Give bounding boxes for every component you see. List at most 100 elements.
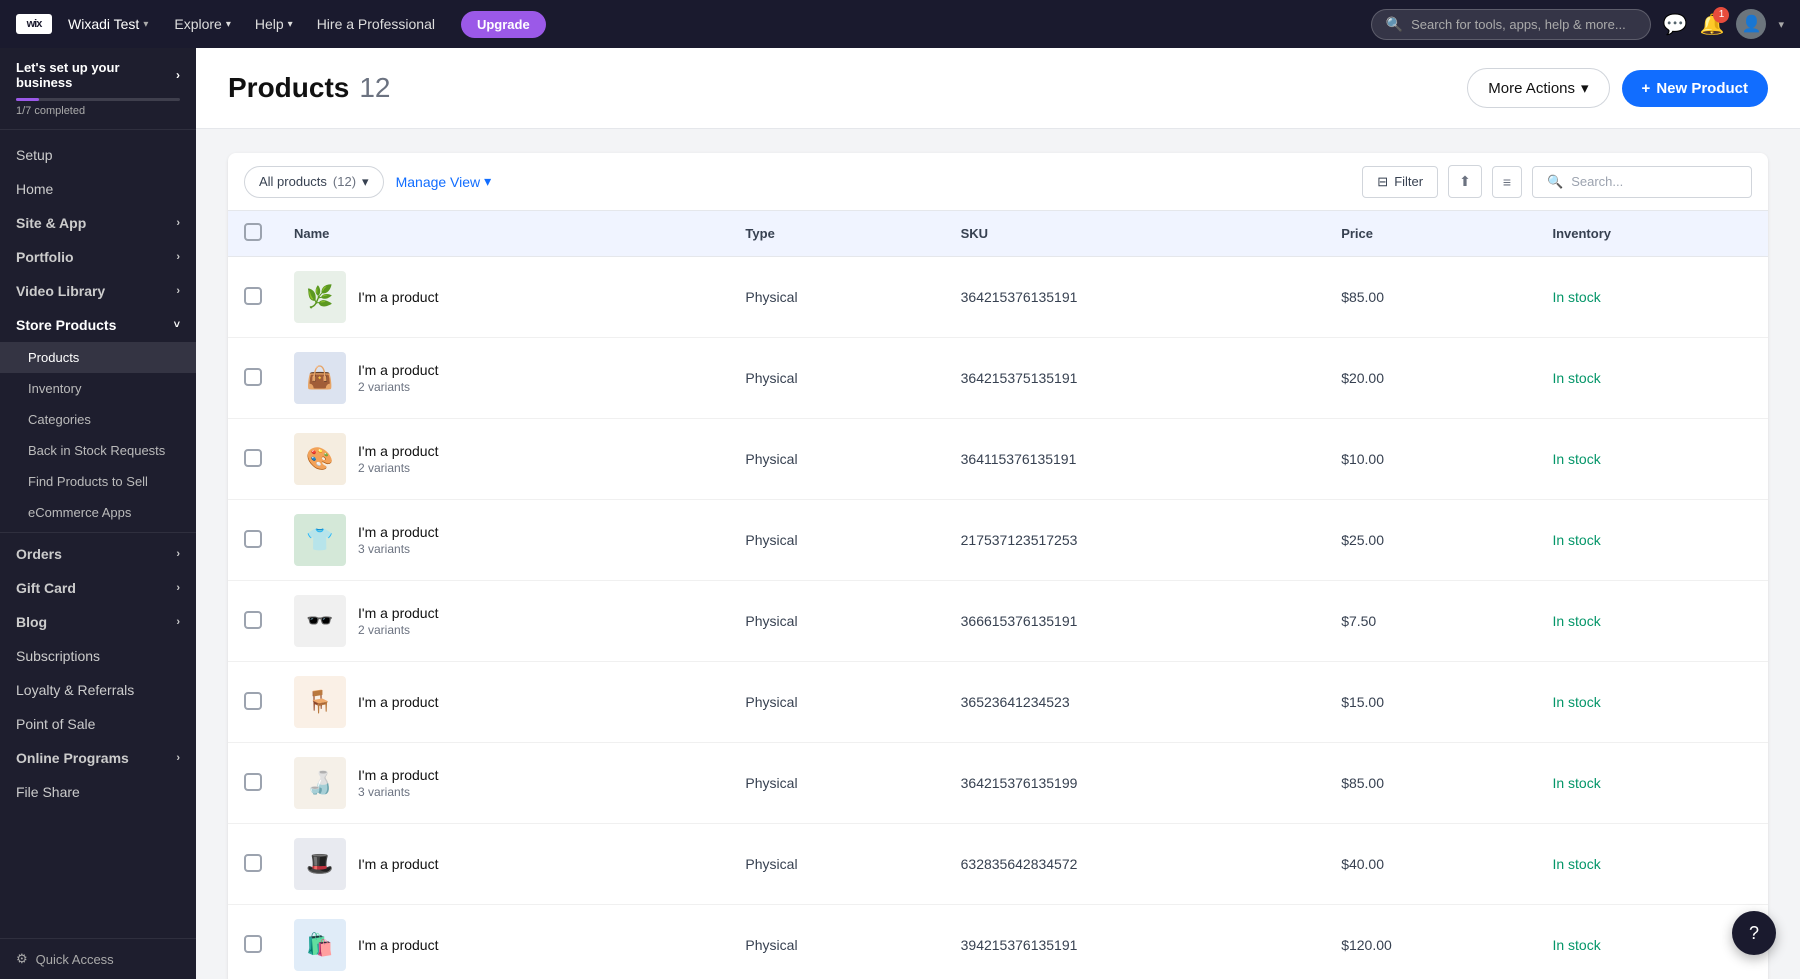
upgrade-button[interactable]: Upgrade: [461, 11, 546, 38]
table-row: 🍶 I'm a product 3 variants Physical 3642…: [228, 743, 1768, 824]
table-row: 🎩 I'm a product Physical 632835642834572…: [228, 824, 1768, 905]
sidebar-item-inventory[interactable]: Inventory: [0, 373, 196, 404]
row-checkbox-cell[interactable]: [228, 581, 278, 662]
row-checkbox-cell[interactable]: [228, 905, 278, 979]
row-name-cell[interactable]: 🌿 I'm a product: [278, 257, 729, 338]
row-name-cell[interactable]: 🪑 I'm a product: [278, 662, 729, 743]
row-checkbox-cell[interactable]: [228, 500, 278, 581]
video-library-chevron-icon: ›: [176, 285, 180, 297]
row-price: $20.00: [1325, 338, 1536, 419]
row-checkbox-cell[interactable]: [228, 824, 278, 905]
row-name-cell[interactable]: 🍶 I'm a product 3 variants: [278, 743, 729, 824]
row-inventory: In stock: [1536, 824, 1768, 905]
sidebar-item-products[interactable]: Products: [0, 342, 196, 373]
setup-subtitle: 1/7 completed: [16, 105, 180, 117]
sidebar-item-home[interactable]: Home: [0, 172, 196, 206]
row-price: $25.00: [1325, 500, 1536, 581]
row-checkbox-cell[interactable]: [228, 419, 278, 500]
product-filter-dropdown[interactable]: All products (12) ▾: [244, 166, 384, 198]
product-variants: 2 variants: [358, 461, 439, 475]
site-name-dropdown[interactable]: Wixadi Test ▾: [68, 16, 148, 32]
row-checkbox[interactable]: [244, 449, 262, 467]
topnav-help[interactable]: Help ▾: [245, 10, 303, 38]
sidebar-item-file-share[interactable]: File Share: [0, 775, 196, 809]
row-sku: 366615376135191: [945, 581, 1326, 662]
topnav-hire[interactable]: Hire a Professional: [307, 10, 445, 38]
select-all-checkbox[interactable]: [244, 223, 262, 241]
sidebar-item-subscriptions[interactable]: Subscriptions: [0, 639, 196, 673]
select-all-header[interactable]: [228, 211, 278, 257]
header-actions: More Actions ▾ + New Product: [1467, 68, 1768, 108]
topnav-explore[interactable]: Explore ▾: [164, 10, 241, 38]
products-table: Name Type SKU Price Inventory 🌿: [228, 211, 1768, 979]
sidebar-item-setup[interactable]: Setup: [0, 138, 196, 172]
user-avatar[interactable]: 👤: [1736, 9, 1766, 39]
row-name-cell[interactable]: 👜 I'm a product 2 variants: [278, 338, 729, 419]
setup-title[interactable]: Let's set up your business ›: [16, 60, 180, 90]
quick-access-button[interactable]: ⚙ Quick Access: [0, 938, 196, 979]
product-image: 🎨: [294, 433, 346, 485]
row-sku: 632835642834572: [945, 824, 1326, 905]
blog-chevron-icon: ›: [176, 616, 180, 628]
quick-access-icon: ⚙: [16, 951, 28, 967]
product-name: I'm a product: [358, 289, 439, 305]
row-name-cell[interactable]: 🎩 I'm a product: [278, 824, 729, 905]
row-name-cell[interactable]: 🕶️ I'm a product 2 variants: [278, 581, 729, 662]
manage-view-button[interactable]: Manage View ▾: [396, 169, 492, 194]
row-checkbox[interactable]: [244, 773, 262, 791]
row-checkbox[interactable]: [244, 368, 262, 386]
sidebar-item-point-of-sale[interactable]: Point of Sale: [0, 707, 196, 741]
row-checkbox-cell[interactable]: [228, 257, 278, 338]
row-sku: 394215376135191: [945, 905, 1326, 979]
more-actions-button[interactable]: More Actions ▾: [1467, 68, 1609, 108]
table-search[interactable]: 🔍: [1532, 166, 1752, 198]
table-search-icon: 🔍: [1547, 174, 1563, 190]
table-search-input[interactable]: [1571, 174, 1737, 189]
sidebar-divider-1: [0, 532, 196, 533]
sidebar-item-ecommerce-apps[interactable]: eCommerce Apps: [0, 497, 196, 528]
global-search-input[interactable]: [1411, 17, 1636, 32]
messages-icon[interactable]: 💬: [1663, 12, 1688, 37]
columns-icon: ≡: [1503, 174, 1511, 190]
row-checkbox[interactable]: [244, 287, 262, 305]
row-checkbox[interactable]: [244, 611, 262, 629]
setup-chevron-icon: ›: [176, 68, 180, 82]
export-button[interactable]: ⬆: [1448, 165, 1482, 198]
sidebar-item-back-in-stock[interactable]: Back in Stock Requests: [0, 435, 196, 466]
filter-button[interactable]: ⊟ Filter: [1362, 166, 1438, 198]
notifications-icon[interactable]: 🔔 1: [1700, 12, 1725, 37]
row-checkbox[interactable]: [244, 530, 262, 548]
product-image: 🎩: [294, 838, 346, 890]
global-search[interactable]: 🔍: [1371, 9, 1651, 40]
sidebar-item-find-products[interactable]: Find Products to Sell: [0, 466, 196, 497]
row-name-cell[interactable]: 🎨 I'm a product 2 variants: [278, 419, 729, 500]
row-name-cell[interactable]: 👕 I'm a product 3 variants: [278, 500, 729, 581]
sidebar-item-video-library[interactable]: Video Library ›: [0, 274, 196, 308]
row-checkbox-cell[interactable]: [228, 662, 278, 743]
row-name-cell[interactable]: 🛍️ I'm a product: [278, 905, 729, 979]
row-price: $40.00: [1325, 824, 1536, 905]
row-checkbox-cell[interactable]: [228, 338, 278, 419]
product-image: 👜: [294, 352, 346, 404]
sidebar-item-orders[interactable]: Orders ›: [0, 537, 196, 571]
setup-progress-bar-track: [16, 98, 180, 101]
sidebar-item-blog[interactable]: Blog ›: [0, 605, 196, 639]
sidebar-item-online-programs[interactable]: Online Programs ›: [0, 741, 196, 775]
sidebar-item-portfolio[interactable]: Portfolio ›: [0, 240, 196, 274]
row-checkbox[interactable]: [244, 692, 262, 710]
sidebar-item-store-products[interactable]: Store Products ˅: [0, 308, 196, 342]
product-name-info: I'm a product 3 variants: [358, 767, 439, 799]
new-product-button[interactable]: + New Product: [1622, 70, 1768, 107]
product-variants: 2 variants: [358, 380, 439, 394]
row-checkbox-cell[interactable]: [228, 743, 278, 824]
row-checkbox[interactable]: [244, 935, 262, 953]
sidebar-item-site-app[interactable]: Site & App ›: [0, 206, 196, 240]
table-toolbar: All products (12) ▾ Manage View ▾ ⊟ Filt…: [228, 153, 1768, 211]
sidebar-item-categories[interactable]: Categories: [0, 404, 196, 435]
columns-button[interactable]: ≡: [1492, 166, 1522, 198]
help-bubble[interactable]: ?: [1732, 911, 1776, 955]
product-name: I'm a product: [358, 856, 439, 872]
sidebar-item-loyalty-referrals[interactable]: Loyalty & Referrals: [0, 673, 196, 707]
row-checkbox[interactable]: [244, 854, 262, 872]
sidebar-item-gift-card[interactable]: Gift Card ›: [0, 571, 196, 605]
